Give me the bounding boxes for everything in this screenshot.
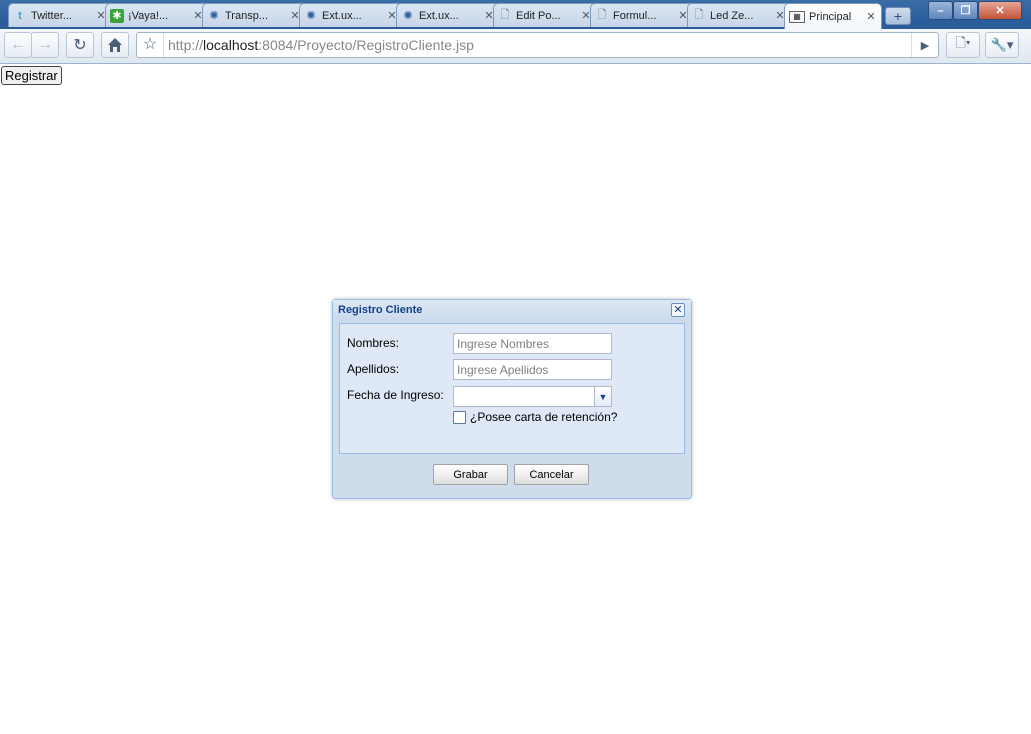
tab-title: Principal — [809, 10, 852, 23]
url-scheme: http:// — [168, 37, 204, 53]
back-arrow-icon: ← — [10, 36, 26, 53]
page-icon: 🗋 — [694, 9, 704, 21]
tab-strip: t Twitter... ✕ ✱ ¡Vaya!... ✕ ✺ Transp...… — [0, 0, 1031, 29]
tab-principal[interactable]: ▦ Principal ✕ — [784, 3, 882, 29]
fecha-ingreso-field[interactable]: ▼ — [453, 386, 612, 407]
close-window-button[interactable]: ✕ — [978, 1, 1022, 20]
dialog-title: Registro Cliente — [338, 304, 423, 316]
chevron-down-icon[interactable]: ▼ — [594, 387, 611, 406]
nombres-label: Nombres: — [347, 336, 400, 350]
minimize-button[interactable]: – — [928, 1, 953, 20]
registrar-button[interactable]: Registrar — [1, 66, 62, 85]
url-host: localhost — [203, 37, 259, 53]
tab-title: ¡Vaya!... — [128, 9, 169, 22]
back-button[interactable]: ← — [4, 32, 32, 58]
form-panel: Nombres: Apellidos: Fecha de Ingreso: ▼ … — [339, 323, 685, 454]
tab-title: Led Ze... — [710, 9, 754, 22]
image-page-icon: ▦ — [789, 10, 805, 23]
forward-button[interactable]: → — [31, 32, 59, 58]
tab-title: Formul... — [613, 9, 657, 22]
home-icon — [108, 38, 122, 52]
url-path: :8084/Proyecto/RegistroCliente.jsp — [258, 37, 474, 53]
twitter-icon: t — [18, 9, 22, 22]
tab-title: Ext.ux... — [419, 9, 459, 22]
page-menu-icon: 🗋▾ — [955, 35, 971, 50]
ext-globe-icon: ✺ — [403, 10, 413, 22]
tab-edit-po[interactable]: 🗋 Edit Po... ✕ — [493, 3, 597, 27]
tab-title: Edit Po... — [516, 9, 561, 22]
tab-vaya[interactable]: ✱ ¡Vaya!... ✕ — [105, 3, 209, 27]
bookmark-star-icon[interactable]: ☆ — [137, 33, 164, 57]
tab-title: Twitter... — [31, 9, 72, 22]
apellidos-input[interactable] — [453, 359, 612, 380]
page-icon: 🗋 — [500, 9, 510, 21]
fecha-ingreso-label: Fecha de Ingreso: — [347, 388, 444, 402]
forward-arrow-icon: → — [37, 36, 53, 53]
green-star-icon: ✱ — [110, 8, 124, 23]
page-menu-button[interactable]: 🗋▾ — [946, 32, 980, 58]
tab-led-ze[interactable]: 🗋 Led Ze... ✕ — [687, 3, 791, 27]
browser-toolbar: ← → ↻ ☆ http://localhost:8084/Proyecto/R… — [0, 29, 1031, 64]
cancelar-button[interactable]: Cancelar — [514, 464, 589, 485]
home-button[interactable] — [101, 32, 129, 58]
tab-close-icon[interactable]: ✕ — [864, 10, 878, 23]
tab-extux-1[interactable]: ✺ Ext.ux... ✕ — [299, 3, 403, 27]
registro-cliente-dialog: Registro Cliente ✕ Nombres: Apellidos: F… — [332, 299, 692, 499]
address-bar[interactable]: ☆ http://localhost:8084/Proyecto/Registr… — [136, 32, 939, 58]
ext-globe-icon: ✺ — [306, 10, 316, 22]
ext-globe-icon: ✺ — [209, 10, 219, 22]
page-icon: 🗋 — [597, 9, 607, 21]
new-tab-button[interactable]: + — [885, 7, 911, 25]
url-text[interactable]: http://localhost:8084/Proyecto/RegistroC… — [164, 37, 474, 53]
wrench-icon: 🔧▾ — [990, 37, 1014, 52]
tab-formul[interactable]: 🗋 Formul... ✕ — [590, 3, 694, 27]
grabar-button[interactable]: Grabar — [433, 464, 508, 485]
reload-icon: ↻ — [73, 37, 87, 54]
nombres-input[interactable] — [453, 333, 612, 354]
apellidos-label: Apellidos: — [347, 362, 400, 376]
tab-extux-2[interactable]: ✺ Ext.ux... ✕ — [396, 3, 500, 27]
maximize-button[interactable]: ❐ — [953, 1, 978, 20]
tab-title: Ext.ux... — [322, 9, 362, 22]
carta-retencion-label[interactable]: ¿Posee carta de retención? — [470, 410, 617, 424]
tab-transp[interactable]: ✺ Transp... ✕ — [202, 3, 306, 27]
go-icon[interactable]: ▶ — [911, 33, 938, 57]
dialog-header[interactable]: Registro Cliente ✕ — [333, 300, 691, 322]
tab-title: Transp... — [225, 9, 268, 22]
tools-menu-button[interactable]: 🔧▾ — [985, 32, 1019, 58]
tab-twitter[interactable]: t Twitter... ✕ — [8, 3, 112, 27]
carta-retencion-checkbox[interactable] — [453, 411, 466, 424]
close-icon[interactable]: ✕ — [671, 303, 685, 317]
reload-button[interactable]: ↻ — [66, 32, 94, 58]
